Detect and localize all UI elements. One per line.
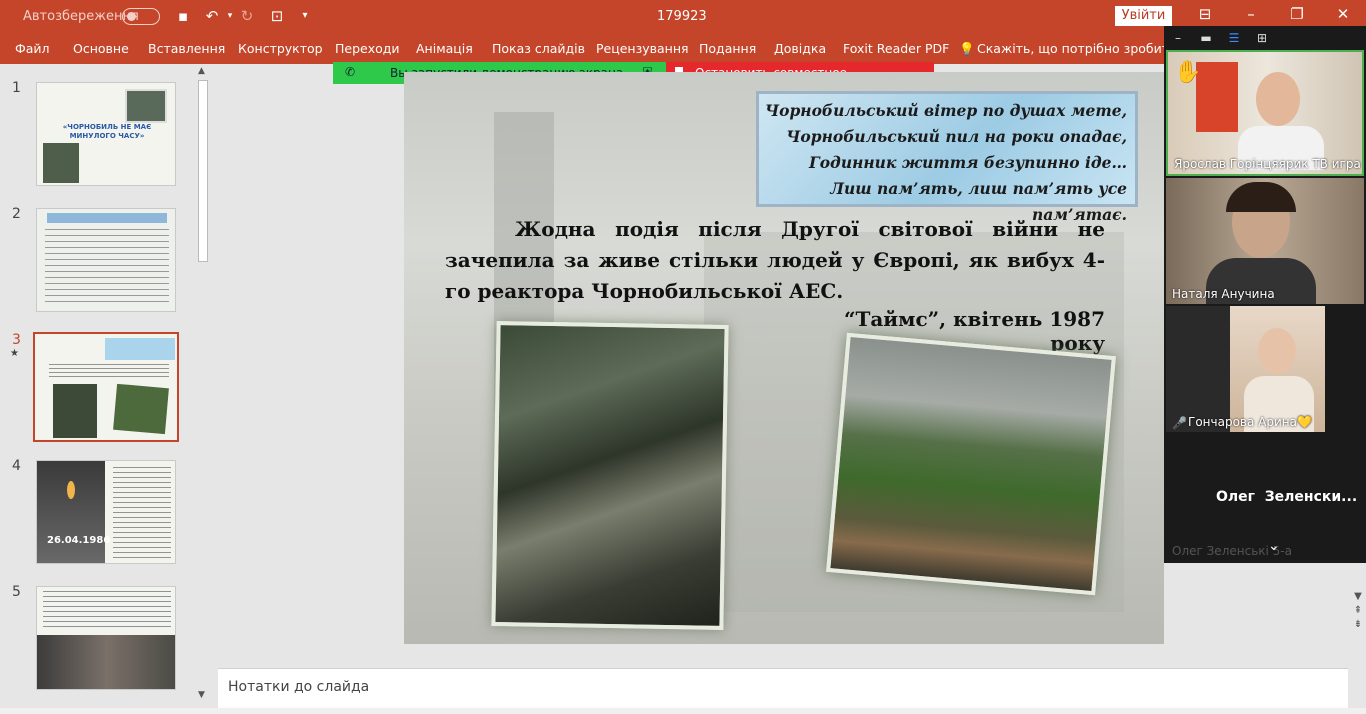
minimize-icon[interactable]: – <box>1239 5 1263 27</box>
poem-line: Чорнобильський пил на роки опадає, <box>786 127 1127 146</box>
slide-thumbnails-panel: 1 «ЧОРНОБИЛЬ НЕ МАЄ МИНУЛОГО ЧАСУ» 2 3 ★… <box>0 64 214 708</box>
background-poster <box>1196 62 1238 132</box>
raised-hand-icon: ✋ <box>1174 60 1202 85</box>
slide-thumbnail-1[interactable]: «ЧОРНОБИЛЬ НЕ МАЄ МИНУЛОГО ЧАСУ» <box>36 82 176 186</box>
strip-view-icon[interactable]: ☰ <box>1226 30 1242 46</box>
participant-tile[interactable]: 🎤 Гончарова Арина💛 <box>1166 306 1325 432</box>
thumb-title: «ЧОРНОБИЛЬ НЕ МАЄ МИНУЛОГО ЧАСУ» <box>62 123 152 140</box>
abandoned-room-photo <box>491 320 729 631</box>
participant-tile[interactable]: ✋ Ярослав Горінцяярик ТВ игра <box>1166 50 1364 176</box>
poem-line: Годинник життя безупинно іде… <box>809 153 1127 172</box>
participant-tile[interactable]: Олег Зеленски... Олег Зеленські 5-а ⌄ <box>1166 434 1364 562</box>
editor-scroll-controls[interactable]: ▼ ⇞ ⇟ <box>1350 590 1366 650</box>
minimize-video-icon[interactable]: – <box>1170 30 1186 46</box>
thumb-photo <box>43 143 79 183</box>
next-slide-icon[interactable]: ⇟ <box>1350 618 1366 632</box>
thumb-text-lines <box>113 467 171 559</box>
lightbulb-icon: 💡 <box>959 41 975 56</box>
notes-pane[interactable]: Нотатки до слайда <box>218 668 1348 708</box>
thumb-text-lines <box>43 591 171 631</box>
save-icon[interactable]: ▪ <box>174 7 192 25</box>
thumbnails-scrollbar[interactable]: ▲ ▼ <box>196 66 210 702</box>
ribbon-tabs: Файл Основне Вставлення Конструктор Пере… <box>0 33 1366 64</box>
slide-number: 4 <box>12 458 21 474</box>
reactor-landscape-photo <box>826 332 1116 596</box>
status-bar <box>0 708 1366 714</box>
slide-thumbnail-2[interactable] <box>36 208 176 312</box>
document-title: 179923 <box>657 9 707 24</box>
slide-thumbnail-5[interactable] <box>36 586 176 690</box>
thumb-date: 26.04.1986 <box>47 535 111 546</box>
tab-view[interactable]: Подання <box>699 41 756 56</box>
participant-tile[interactable]: Наталя Анучина <box>1166 178 1364 304</box>
tab-insert[interactable]: Вставлення <box>148 41 225 56</box>
tab-help[interactable]: Довідка <box>774 41 826 56</box>
tab-home[interactable]: Основне <box>73 41 129 56</box>
video-participants-panel: – ▬ ☰ ⊞ ✋ Ярослав Горінцяярик ТВ игра На… <box>1164 26 1366 563</box>
candle-flame-icon <box>67 481 75 499</box>
customize-toolbar-icon[interactable]: ▾ <box>296 7 314 25</box>
chevron-down-icon[interactable]: ⌄ <box>1268 538 1280 554</box>
restore-icon[interactable]: ❐ <box>1285 5 1309 27</box>
slide-main-text: Жодна подія після Другої світової війни … <box>445 217 1105 303</box>
present-from-start-icon[interactable]: ⊡ <box>268 7 286 25</box>
muted-mic-icon: 🎤 <box>1172 416 1187 430</box>
poem-box: Чорнобильський вітер по душах мете, Чорн… <box>756 91 1138 224</box>
close-icon[interactable]: ✕ <box>1331 5 1355 27</box>
scroll-down-icon[interactable]: ▼ <box>1350 590 1366 604</box>
undo-dropdown-icon[interactable]: ▾ <box>221 7 239 25</box>
tell-me-search[interactable]: Скажіть, що потрібно зробити <box>977 41 1177 56</box>
ribbon-display-icon[interactable]: ⊟ <box>1193 5 1217 27</box>
participant-name: Гончарова Арина💛 <box>1188 415 1312 429</box>
thumb-text-lines <box>45 229 169 305</box>
sign-in-button[interactable]: Увійти <box>1115 6 1172 26</box>
scroll-up-icon[interactable]: ▲ <box>198 66 205 76</box>
tab-review[interactable]: Рецензування <box>596 41 689 56</box>
slide-number: 3 <box>12 332 21 348</box>
tab-file[interactable]: Файл <box>15 41 50 56</box>
thumb-photo <box>37 635 175 689</box>
redo-icon[interactable]: ↻ <box>238 7 256 25</box>
video-view-toolbar: – ▬ ☰ ⊞ <box>1164 26 1366 50</box>
thumb-poem <box>105 338 175 360</box>
single-view-icon[interactable]: ▬ <box>1198 30 1214 46</box>
slide-number: 5 <box>12 584 21 600</box>
thumb-heading <box>47 213 167 223</box>
title-bar: Автозбереження ▪ ↶ ▾ ↻ ⊡ ▾ 179923 Увійти… <box>0 0 1366 33</box>
tab-design[interactable]: Конструктор <box>238 41 323 56</box>
thumb-photo <box>53 384 97 438</box>
participant-face <box>1256 72 1300 126</box>
scrollbar-thumb[interactable] <box>198 80 208 262</box>
autosave-toggle[interactable] <box>122 8 160 25</box>
thumb-text-lines <box>49 364 169 380</box>
participant-name-large: Олег Зеленски... <box>1216 489 1358 505</box>
tab-animations[interactable]: Анімація <box>416 41 473 56</box>
slide-canvas[interactable]: Чорнобильський вітер по душах мете, Чорн… <box>404 72 1164 644</box>
participant-name: Наталя Анучина <box>1172 287 1275 301</box>
undo-icon[interactable]: ↶ <box>203 7 221 25</box>
slide-number: 1 <box>12 80 21 96</box>
previous-slide-icon[interactable]: ⇞ <box>1350 604 1366 618</box>
thumb-photo <box>125 89 167 123</box>
poem-line: Чорнобильський вітер по душах мете, <box>764 101 1127 120</box>
gallery-view-icon[interactable]: ⊞ <box>1254 30 1270 46</box>
tab-foxit[interactable]: Foxit Reader PDF <box>843 41 949 56</box>
participant-name: Ярослав Горінцяярик ТВ игра <box>1174 157 1361 171</box>
animation-star-icon: ★ <box>10 348 19 359</box>
slide-number: 2 <box>12 206 21 222</box>
tab-transitions[interactable]: Переходи <box>335 41 400 56</box>
thumb-photo <box>37 461 105 563</box>
slide-thumbnail-3[interactable] <box>33 332 179 442</box>
participant-face <box>1258 328 1296 374</box>
phone-icon: ✆ <box>345 65 356 79</box>
notes-placeholder: Нотатки до слайда <box>228 679 370 695</box>
tab-slideshow[interactable]: Показ слайдів <box>492 41 585 56</box>
slide-thumbnail-4[interactable]: 26.04.1986 <box>36 460 176 564</box>
scroll-down-icon[interactable]: ▼ <box>198 690 205 700</box>
thumb-photo <box>113 383 169 435</box>
